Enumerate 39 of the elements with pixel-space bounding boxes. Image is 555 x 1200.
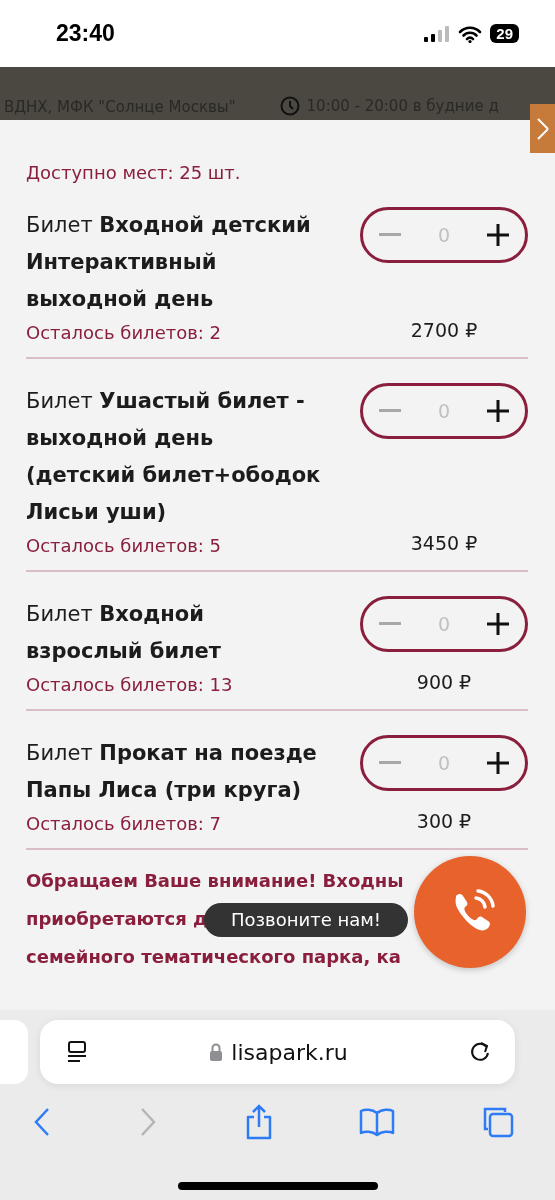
ticket-price: 3450 ₽ xyxy=(410,532,478,554)
status-time: 23:40 xyxy=(56,20,115,47)
signal-icon xyxy=(424,25,451,42)
clock-icon xyxy=(279,96,300,116)
tickets-remaining: Осталось билетов: 7 xyxy=(26,813,223,834)
tickets-remaining: Осталось билетов: 13 xyxy=(26,674,234,695)
plus-icon xyxy=(487,400,509,422)
notice-text: Обращаем Ваше внимание! Входны xyxy=(26,869,404,893)
ticket-price: 300 ₽ xyxy=(416,810,472,832)
ticket-name: Билет Прокат на поезде Папы Лиса (три круга) xyxy=(26,740,318,804)
call-button[interactable] xyxy=(414,856,526,968)
minus-icon xyxy=(379,622,401,626)
ticket-name: Билет Ушастый билет - выходной день (детский билет+ободок Лисьи уши) xyxy=(26,388,322,526)
lock-icon xyxy=(209,1043,224,1061)
ticket-price: 900 ₽ xyxy=(416,671,472,693)
available-seats: Доступно мест: 25 шт. xyxy=(26,162,528,183)
book-icon[interactable] xyxy=(359,1107,396,1137)
ticket-price: 2700 ₽ xyxy=(410,319,478,341)
battery-level: 29 xyxy=(490,24,519,43)
plus-icon xyxy=(487,613,509,635)
tabs-icon[interactable] xyxy=(481,1105,515,1139)
minus-icon xyxy=(379,409,401,413)
tickets-remaining: Осталось билетов: 2 xyxy=(26,322,223,343)
minus-icon xyxy=(379,233,401,237)
plus-icon xyxy=(487,752,509,774)
close-icon xyxy=(535,116,550,141)
back-icon[interactable] xyxy=(32,1106,52,1138)
reload-icon xyxy=(469,1040,491,1064)
minus-icon xyxy=(379,761,401,765)
plus-icon xyxy=(487,224,509,246)
close-button[interactable] xyxy=(530,104,555,153)
notice-text: семейного тематического парка, ка xyxy=(26,945,401,969)
ticket-name: Билет Входной детский Интерактивный выходной день xyxy=(26,212,312,313)
reader-icon xyxy=(66,1041,88,1063)
url-text: lisapark.ru xyxy=(231,1039,348,1065)
wifi-icon xyxy=(458,24,483,43)
tickets-remaining: Осталось билетов: 5 xyxy=(26,535,223,556)
address-bar[interactable]: lisapark.ru xyxy=(40,1020,515,1084)
ticket-name: Билет Входной взрослый билет xyxy=(26,601,222,665)
